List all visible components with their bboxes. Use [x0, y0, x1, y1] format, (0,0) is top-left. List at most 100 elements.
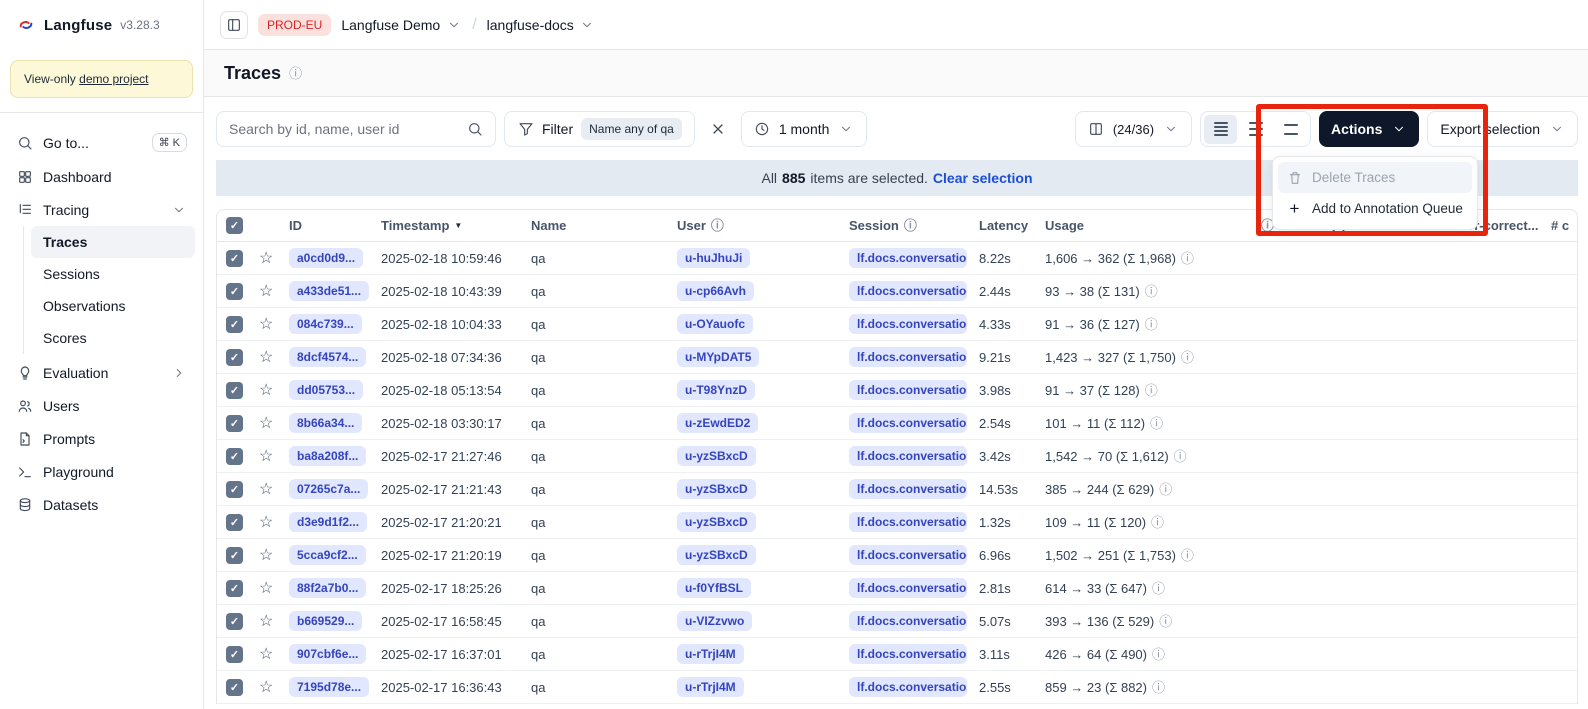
user-id-badge[interactable]: u-f0YfBSL	[677, 578, 751, 598]
usage-info-icon[interactable]	[1145, 285, 1158, 298]
session-id-badge[interactable]: lf.docs.conversation...	[849, 611, 967, 631]
usage-info-icon[interactable]	[1152, 648, 1165, 661]
select-all-checkbox[interactable]	[226, 217, 243, 234]
row-checkbox[interactable]	[226, 382, 243, 399]
usage-info-icon[interactable]	[1181, 351, 1194, 364]
trace-id-badge[interactable]: b669529...	[289, 611, 362, 631]
actions-button[interactable]: Actions	[1319, 111, 1419, 147]
row-checkbox[interactable]	[226, 250, 243, 267]
usage-info-icon[interactable]	[1181, 252, 1194, 265]
user-id-badge[interactable]: u-rTrjI4M	[677, 644, 744, 664]
user-id-badge[interactable]: u-OYauofc	[677, 314, 753, 334]
user-id-badge[interactable]: u-VIZzvwo	[677, 611, 752, 631]
session-id-badge[interactable]: lf.docs.conversation...	[849, 677, 967, 697]
session-id-badge[interactable]: lf.docs.conversation...	[849, 644, 967, 664]
usage-info-icon[interactable]	[1145, 318, 1158, 331]
star-icon[interactable]	[259, 677, 273, 697]
star-icon[interactable]	[259, 644, 273, 664]
star-icon[interactable]	[259, 578, 273, 598]
user-id-badge[interactable]: u-huJhuJi	[677, 248, 750, 268]
session-id-badge[interactable]: lf.docs.conversation...	[849, 545, 967, 565]
session-id-badge[interactable]: lf.docs.conversation...	[849, 479, 967, 499]
info-icon[interactable]	[289, 67, 302, 80]
menu-item-add-to-annotation-queue[interactable]: + Add to Annotation Queue	[1278, 193, 1472, 224]
star-icon[interactable]	[259, 611, 273, 631]
breadcrumb-project[interactable]: langfuse-docs	[487, 16, 596, 33]
usage-info-icon[interactable]	[1159, 483, 1172, 496]
trace-id-badge[interactable]: 8b66a34...	[289, 413, 362, 433]
row-height-medium-button[interactable]	[1239, 115, 1272, 144]
header-timestamp[interactable]: Timestamp	[375, 218, 525, 233]
session-id-badge[interactable]: lf.docs.conversation...	[849, 281, 967, 301]
row-checkbox[interactable]	[226, 481, 243, 498]
search-input[interactable]	[229, 121, 458, 137]
row-height-large-button[interactable]	[1274, 115, 1307, 144]
star-icon[interactable]	[259, 314, 273, 334]
header-usage[interactable]: Usage	[1039, 218, 1255, 233]
user-id-badge[interactable]: u-rTrjI4M	[677, 677, 744, 697]
user-id-badge[interactable]: u-cp66Avh	[677, 281, 754, 301]
header-name[interactable]: Name	[525, 218, 671, 233]
sidebar-toggle-button[interactable]	[220, 11, 248, 39]
usage-info-icon[interactable]	[1145, 384, 1158, 397]
row-checkbox[interactable]	[226, 613, 243, 630]
session-id-badge[interactable]: lf.docs.conversation...	[849, 413, 967, 433]
session-id-badge[interactable]: lf.docs.conversation...	[849, 446, 967, 466]
demo-project-link[interactable]: demo project	[79, 72, 148, 86]
row-checkbox[interactable]	[226, 679, 243, 696]
session-id-badge[interactable]: lf.docs.conversation...	[849, 314, 967, 334]
usage-info-icon[interactable]	[1174, 450, 1187, 463]
sidebar-item-goto[interactable]: Go to... ⌘ K	[8, 125, 195, 160]
star-icon[interactable]	[259, 413, 273, 433]
time-range-button[interactable]: 1 month	[741, 111, 868, 147]
user-id-badge[interactable]: u-yzSBxcD	[677, 545, 756, 565]
header-session[interactable]: Session	[843, 218, 973, 233]
row-checkbox[interactable]	[226, 580, 243, 597]
usage-info-icon[interactable]	[1181, 549, 1194, 562]
trace-id-badge[interactable]: a433de51...	[289, 281, 369, 301]
usage-info-icon[interactable]	[1152, 681, 1165, 694]
sidebar-item-tracing[interactable]: Tracing	[8, 193, 195, 226]
header-id[interactable]: ID	[283, 218, 375, 233]
user-id-badge[interactable]: u-MYpDAT5	[677, 347, 759, 367]
trace-id-badge[interactable]: ba8a208f...	[289, 446, 366, 466]
header-extra[interactable]: # c	[1545, 218, 1577, 233]
trace-id-badge[interactable]: 907cbf6e...	[289, 644, 366, 664]
trace-id-badge[interactable]: 7195d78e...	[289, 677, 369, 697]
breadcrumb-org[interactable]: Langfuse Demo	[341, 16, 462, 33]
trace-id-badge[interactable]: dd05753...	[289, 380, 363, 400]
user-id-badge[interactable]: u-T98YnzD	[677, 380, 755, 400]
clear-selection-link[interactable]: Clear selection	[933, 170, 1033, 186]
trace-id-badge[interactable]: a0cd0d9...	[289, 248, 363, 268]
sidebar-item-dashboard[interactable]: Dashboard	[8, 160, 195, 193]
user-id-badge[interactable]: u-zEwdED2	[677, 413, 758, 433]
row-checkbox[interactable]	[226, 415, 243, 432]
sidebar-item-observations[interactable]: Observations	[31, 290, 195, 322]
row-checkbox[interactable]	[226, 514, 243, 531]
session-id-badge[interactable]: lf.docs.conversation...	[849, 380, 967, 400]
star-icon[interactable]	[259, 446, 273, 466]
sidebar-item-prompts[interactable]: Prompts	[8, 422, 195, 455]
star-icon[interactable]	[259, 347, 273, 367]
clear-filter-button[interactable]	[703, 114, 733, 144]
row-checkbox[interactable]	[226, 349, 243, 366]
sidebar-item-evaluation[interactable]: Evaluation	[8, 356, 195, 389]
session-id-badge[interactable]: lf.docs.conversation...	[849, 248, 967, 268]
row-checkbox[interactable]	[226, 283, 243, 300]
usage-info-icon[interactable]	[1152, 582, 1165, 595]
usage-info-icon[interactable]	[1159, 615, 1172, 628]
header-user[interactable]: User	[671, 218, 843, 233]
star-icon[interactable]	[259, 545, 273, 565]
sidebar-item-traces[interactable]: Traces	[31, 226, 195, 258]
row-checkbox[interactable]	[226, 547, 243, 564]
row-height-small-button[interactable]	[1204, 115, 1237, 144]
search-icon[interactable]	[466, 121, 483, 138]
star-icon[interactable]	[259, 380, 273, 400]
export-selection-button[interactable]: Export selection	[1427, 111, 1578, 147]
trace-id-badge[interactable]: 8dcf4574...	[289, 347, 366, 367]
row-checkbox[interactable]	[226, 448, 243, 465]
user-id-badge[interactable]: u-yzSBxcD	[677, 446, 756, 466]
session-id-badge[interactable]: lf.docs.conversation...	[849, 512, 967, 532]
star-icon[interactable]	[259, 479, 273, 499]
row-checkbox[interactable]	[226, 646, 243, 663]
